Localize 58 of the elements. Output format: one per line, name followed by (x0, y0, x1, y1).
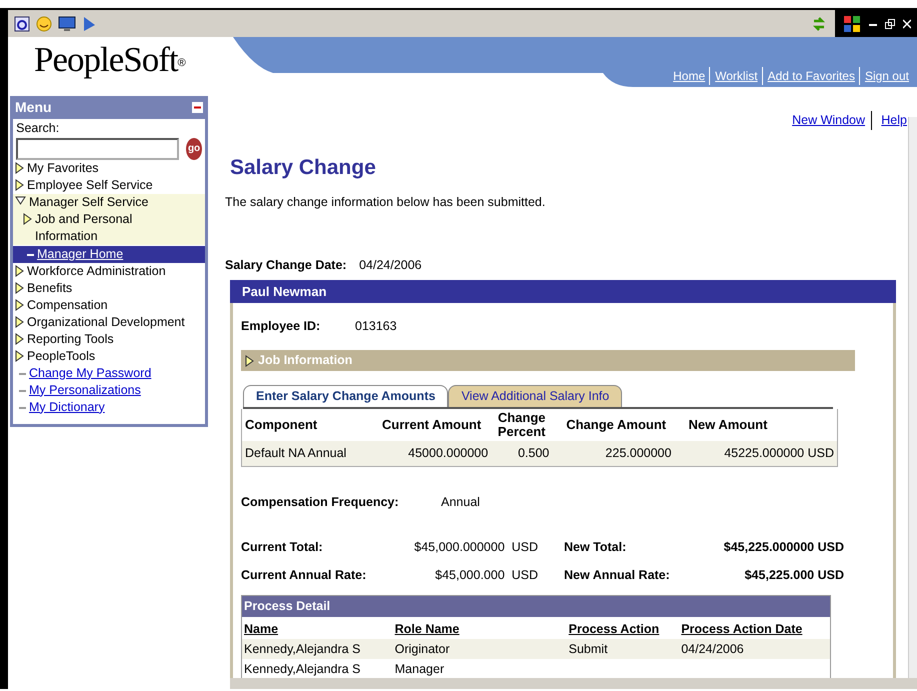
column-header: Change Percent (491, 408, 552, 442)
menu-link[interactable]: My Dictionary (29, 398, 105, 416)
field-value: $45,225.000 USD (744, 567, 844, 584)
column-header[interactable]: Process Action Date (679, 616, 830, 639)
table-cell: Originator (394, 642, 450, 656)
field-value: $45,000.000000 USD (413, 538, 538, 556)
table-cell: Kennedy,Alejandra S (244, 642, 361, 656)
grid-title-bar: Process Detail (242, 596, 830, 617)
field-value: Annual (441, 494, 480, 511)
table-cell: Submit (568, 642, 608, 656)
column-header: Component (242, 408, 380, 442)
table-cell: 04/24/2006 (681, 642, 744, 656)
message-text: The salary change information below has been submitted. (225, 194, 546, 212)
employee-name-bar: Paul Newman (230, 280, 896, 304)
column-header[interactable]: Process Action (566, 616, 680, 639)
menu-item[interactable]: Organizational Development (27, 314, 185, 331)
section-title: Job Information (258, 352, 352, 369)
table-cell: 225.000000 (552, 441, 674, 466)
table-cell: 45000.000000 (379, 441, 492, 466)
field-value: 013163 (355, 318, 397, 336)
column-header: Current Amount (379, 408, 492, 442)
column-header[interactable]: Role Name (392, 616, 567, 639)
go-button[interactable]: go (186, 138, 202, 160)
field-label: Salary Change Date: (225, 257, 347, 274)
page-link[interactable]: Help (871, 111, 907, 130)
tab[interactable]: View Additional Salary Info (448, 384, 622, 406)
search-label: Search: (15, 120, 60, 137)
table-cell: Manager (394, 662, 444, 676)
menu-link[interactable]: Change My Password (29, 364, 152, 382)
field-label: Current Annual Rate: (241, 567, 368, 584)
page-title: Salary Change (230, 154, 377, 181)
tab[interactable]: Enter Salary Change Amounts (243, 384, 448, 406)
table-cell: Default NA Annual (242, 441, 380, 466)
field-value: $45,000.000 USD (434, 567, 538, 584)
table-cell: Kennedy,Alejandra S (244, 662, 361, 676)
menu-item[interactable]: Workforce Administration (27, 262, 166, 280)
page-link[interactable]: New Window (792, 111, 866, 130)
table-cell: 0.500 (491, 441, 552, 466)
menu-item[interactable]: Benefits (27, 280, 72, 297)
field-label: New Annual Rate: (564, 567, 671, 584)
column-header[interactable]: Name (242, 616, 393, 639)
menu-item[interactable]: PeopleTools (27, 348, 96, 365)
table-cell: 45225.000000 USD (674, 441, 838, 466)
field-value: 04/24/2006 (359, 257, 422, 274)
field-label: Current Total: (241, 538, 324, 556)
menu-item[interactable]: Compensation (27, 296, 108, 314)
menu-item[interactable]: My Favorites (27, 160, 99, 177)
field-label: Compensation Frequency: (241, 494, 400, 511)
menu-item[interactable]: Employee Self Service (27, 176, 153, 194)
field-label: New Total: (564, 538, 628, 556)
field-label: Employee ID: (241, 318, 322, 336)
menu-title: Menu (15, 98, 52, 117)
menu-item[interactable]: Reporting Tools (27, 330, 114, 348)
column-header: Change Amount (552, 408, 674, 442)
menu-link[interactable]: My Personalizations (29, 382, 141, 399)
column-header: New Amount (674, 408, 838, 442)
logo: PeopleSoft$^{®}$ (33, 39, 185, 81)
field-value: $45,225.000000 USD (722, 538, 844, 556)
